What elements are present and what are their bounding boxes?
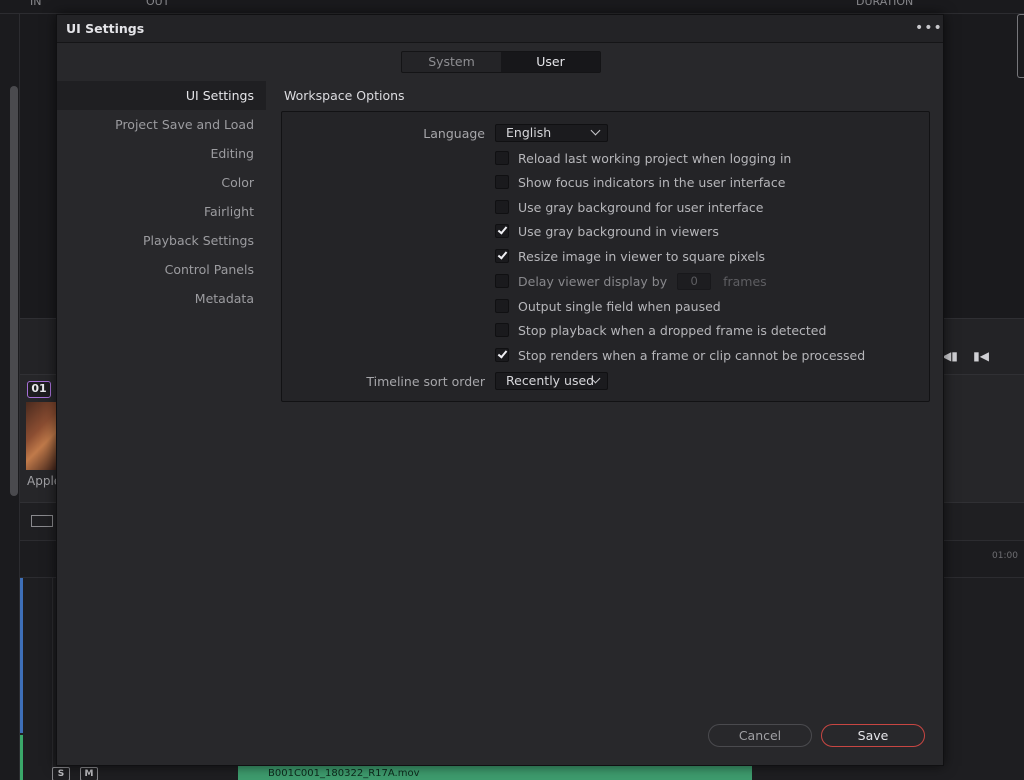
audio-clip[interactable]: B001C001_180322_R17A.mov <box>238 765 752 780</box>
tab-system[interactable]: System <box>402 52 501 72</box>
delay-frames-input[interactable]: 0 <box>677 272 712 290</box>
timeline-view-icon[interactable] <box>31 515 53 527</box>
option-label: Delay viewer display by <box>518 273 668 289</box>
checkbox[interactable] <box>495 274 509 288</box>
checkbox[interactable] <box>495 299 509 313</box>
language-label: Language <box>423 126 485 141</box>
duration-label: DURATION <box>856 0 914 8</box>
nav-item-metadata[interactable]: Metadata <box>57 284 266 313</box>
option-label: Use gray background in viewers <box>518 223 719 239</box>
mute-button[interactable]: M <box>80 767 98 780</box>
timeline-sort-label: Timeline sort order <box>366 374 485 389</box>
option-label: Reload last working project when logging… <box>518 150 792 166</box>
timeline-sort-dropdown[interactable]: Recently used <box>495 372 608 390</box>
nav-item-ui-settings[interactable]: UI Settings <box>57 81 266 110</box>
solo-button[interactable]: S <box>52 767 70 780</box>
cancel-button[interactable]: Cancel <box>708 724 812 747</box>
checkbox[interactable] <box>495 323 509 337</box>
tab-user[interactable]: User <box>501 52 600 72</box>
option-show-focus-indicators[interactable]: Show focus indicators in the user interf… <box>495 173 785 191</box>
section-title: Workspace Options <box>284 88 405 103</box>
nav-item-project-save-and-load[interactable]: Project Save and Load <box>57 110 266 139</box>
ruler-timecode: 01:00 <box>992 551 1018 561</box>
checkbox[interactable] <box>495 175 509 189</box>
audio-track-indicator <box>20 735 23 780</box>
save-button[interactable]: Save <box>821 724 925 747</box>
option-label: Use gray background for user interface <box>518 199 764 215</box>
option-gray-background-ui[interactable]: Use gray background for user interface <box>495 198 763 216</box>
option-label: Stop playback when a dropped frame is de… <box>518 322 827 338</box>
nav-item-color[interactable]: Color <box>57 168 266 197</box>
option-reload-last-project[interactable]: Reload last working project when logging… <box>495 149 791 167</box>
checkbox-checked[interactable] <box>495 224 509 238</box>
option-gray-background-viewers[interactable]: Use gray background in viewers <box>495 222 719 240</box>
nav-item-editing[interactable]: Editing <box>57 139 266 168</box>
option-label: Resize image in viewer to square pixels <box>518 248 766 264</box>
nav-item-fairlight[interactable]: Fairlight <box>57 197 266 226</box>
clip-thumbnail[interactable] <box>26 402 58 470</box>
chevron-down-icon <box>590 125 601 136</box>
checkmark-icon <box>497 224 508 235</box>
checkbox-checked[interactable] <box>495 348 509 362</box>
option-stop-renders[interactable]: Stop renders when a frame or clip cannot… <box>495 346 865 364</box>
ui-settings-dialog: UI Settings ••• System User UI Settings … <box>56 14 944 766</box>
clip-badge: 01 <box>27 381 51 398</box>
option-stop-on-dropped-frame[interactable]: Stop playback when a dropped frame is de… <box>495 321 826 339</box>
workspace-options-panel: Language English Reload last working pro… <box>281 111 930 402</box>
checkbox[interactable] <box>495 151 509 165</box>
dialog-titlebar[interactable]: UI Settings ••• <box>57 15 943 43</box>
option-label: Show focus indicators in the user interf… <box>518 174 786 190</box>
checkmark-icon <box>497 249 508 260</box>
option-label: Output single field when paused <box>518 298 721 314</box>
right-scrollbar[interactable] <box>1017 14 1024 78</box>
option-delay-viewer-display[interactable]: Delay viewer display by 0 frames <box>495 272 767 290</box>
language-dropdown[interactable]: English <box>495 124 608 142</box>
option-resize-square-pixels[interactable]: Resize image in viewer to square pixels <box>495 247 765 265</box>
dialog-title: UI Settings <box>66 21 145 36</box>
more-options-icon[interactable]: ••• <box>915 19 942 39</box>
frames-unit-label: frames <box>723 273 767 289</box>
out-label: OUT <box>146 0 170 8</box>
nav-item-control-panels[interactable]: Control Panels <box>57 255 266 284</box>
settings-nav: UI Settings Project Save and Load Editin… <box>57 81 266 313</box>
nav-item-playback-settings[interactable]: Playback Settings <box>57 226 266 255</box>
in-label: IN <box>30 0 42 8</box>
option-output-single-field[interactable]: Output single field when paused <box>495 297 721 315</box>
timeline-sort-value: Recently used <box>506 373 595 388</box>
left-scrollbar[interactable] <box>10 86 18 496</box>
checkbox-checked[interactable] <box>495 249 509 263</box>
checkbox[interactable] <box>495 200 509 214</box>
track-header <box>23 578 53 780</box>
checkmark-icon <box>497 348 508 359</box>
option-label: Stop renders when a frame or clip cannot… <box>518 347 866 363</box>
language-value: English <box>506 125 552 140</box>
viewer-header-bar: IN OUT DURATION <box>0 0 1024 14</box>
scope-switch: System User <box>401 51 601 73</box>
video-track-indicator <box>20 578 23 733</box>
audio-clip-name: B001C001_180322_R17A.mov <box>268 768 420 779</box>
skip-to-start-icon[interactable]: ◀▮ ▮◀ <box>942 349 989 363</box>
